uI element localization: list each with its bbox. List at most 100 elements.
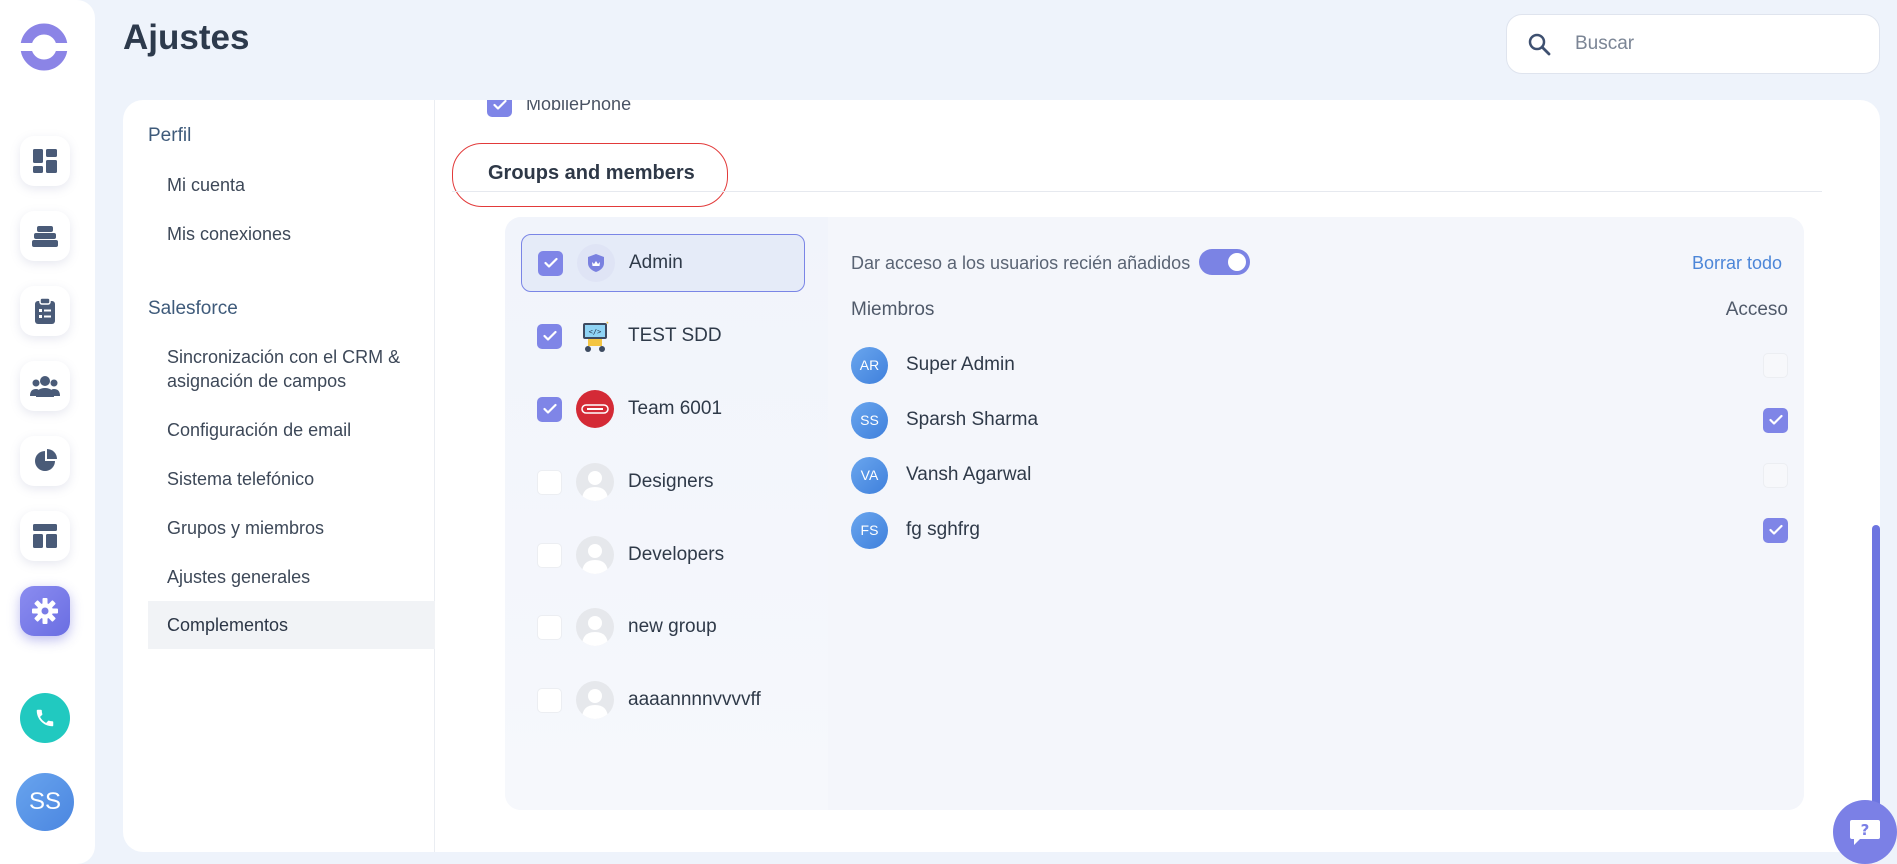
checkbox-group[interactable] (537, 687, 562, 713)
group-name: Designers (628, 471, 714, 492)
member-name: fg sghfrg (906, 519, 980, 540)
mobilephone-field-row[interactable]: MobilePhone (487, 100, 631, 117)
nav-item-my-connections[interactable]: Mis conexiones (167, 222, 427, 246)
person-placeholder-icon (582, 471, 608, 501)
dashboard-icon[interactable] (20, 136, 70, 186)
group-row-new-group[interactable]: new group (521, 598, 805, 656)
member-name: Vansh Agarwal (906, 464, 1032, 485)
group-name: Team 6001 (628, 398, 723, 419)
nav-section-salesforce: Salesforce (148, 298, 238, 319)
member-avatar: AR (851, 346, 888, 384)
checkbox-group[interactable] (538, 250, 563, 276)
group-row-designers[interactable]: Designers (521, 453, 805, 511)
nav-item-crm-sync[interactable]: Sincronización con el CRM & asignación d… (167, 345, 427, 393)
group-name: new group (628, 616, 717, 637)
groups-members-panel: Admin </> TEST SDD Team 6001 Designers D… (505, 217, 1804, 810)
group-row-developers[interactable]: Developers (521, 526, 805, 584)
member-row: VA Vansh Agarwal (851, 455, 1788, 495)
nav-item-groups-members[interactable]: Grupos y miembros (167, 516, 427, 540)
robot-avatar: </> (576, 317, 614, 355)
robot-icon: </> (583, 319, 611, 352)
checkbox-group[interactable] (537, 323, 562, 349)
search-input[interactable] (1575, 33, 1835, 55)
svg-text:?: ? (1861, 821, 1870, 839)
group-row-team-6001[interactable]: Team 6001 (521, 380, 805, 438)
member-name: Super Admin (906, 354, 1015, 375)
person-placeholder-icon (582, 544, 608, 574)
nav-item-general-settings[interactable]: Ajustes generales (167, 565, 427, 589)
check-icon (542, 330, 557, 341)
members-column-header: Miembros (851, 299, 935, 320)
red-logo-avatar (576, 390, 614, 428)
check-icon (1768, 414, 1783, 425)
check-icon (543, 257, 558, 268)
default-avatar (576, 608, 614, 646)
nav-item-my-account[interactable]: Mi cuenta (167, 173, 427, 197)
svg-text:</>: </> (589, 328, 602, 336)
member-avatar: SS (851, 401, 888, 439)
team-icon[interactable] (20, 361, 70, 411)
person-placeholder-icon (582, 689, 608, 719)
default-avatar (576, 463, 614, 501)
checkbox-group[interactable] (537, 614, 562, 640)
settings-nav: Perfil Mi cuenta Mis conexiones Salesfor… (123, 100, 435, 852)
pie-chart-icon[interactable] (20, 436, 70, 486)
member-access-checkbox[interactable] (1763, 517, 1788, 543)
member-name: Sparsh Sharma (906, 409, 1039, 430)
member-access-checkbox[interactable] (1763, 462, 1788, 488)
group-row-admin[interactable]: Admin (521, 234, 805, 292)
content-area: MobilePhone Groups and members Admin </>… (436, 100, 1880, 852)
new-users-access-toggle[interactable] (1199, 249, 1250, 275)
checkbox-mobilephone[interactable] (487, 100, 512, 117)
layers-icon[interactable] (20, 211, 70, 261)
checkbox-group[interactable] (537, 396, 562, 422)
clear-all-button[interactable]: Borrar todo (1692, 253, 1782, 274)
checkbox-group[interactable] (537, 542, 562, 568)
check-icon (1768, 524, 1783, 535)
app-logo-icon[interactable] (19, 22, 69, 72)
group-row-aaaannnnvvvvff[interactable]: aaaannnnvvvvff (521, 671, 805, 729)
user-avatar[interactable]: SS (16, 773, 74, 831)
check-icon (492, 100, 507, 110)
group-name: aaaannnnvvvvff (628, 689, 761, 710)
gear-icon[interactable] (20, 586, 70, 636)
help-chat-icon[interactable]: ? (1833, 800, 1897, 864)
check-icon (542, 403, 557, 414)
nav-item-add-ons[interactable]: Complementos (148, 601, 435, 649)
brand-logo-icon (581, 404, 609, 414)
clipboard-icon[interactable] (20, 286, 70, 336)
mobilephone-label: MobilePhone (526, 100, 632, 114)
group-name: Developers (628, 544, 725, 565)
nav-item-email-config[interactable]: Configuración de email (167, 418, 427, 442)
shield-icon (588, 254, 604, 272)
search-icon (1528, 33, 1551, 56)
person-placeholder-icon (582, 616, 608, 646)
default-avatar (576, 536, 614, 574)
page-title: Ajustes (123, 18, 250, 57)
section-divider (452, 191, 1822, 192)
new-users-access-label: Dar acceso a los usuarios recién añadido… (851, 253, 1191, 273)
layout-icon[interactable] (20, 511, 70, 561)
checkbox-group[interactable] (537, 469, 562, 495)
members-panel: Dar acceso a los usuarios recién añadido… (828, 217, 1804, 810)
nav-section-profile: Perfil (148, 125, 192, 146)
access-column-header: Acceso (1725, 299, 1788, 320)
member-access-checkbox[interactable] (1763, 352, 1788, 378)
groups-list: Admin </> TEST SDD Team 6001 Designers D… (505, 217, 828, 810)
search-box[interactable] (1506, 14, 1880, 74)
section-title: Groups and members (488, 162, 695, 184)
member-avatar: FS (851, 511, 888, 549)
member-row: SS Sparsh Sharma (851, 400, 1788, 440)
member-row: FS fg sghfrg (851, 510, 1788, 550)
shield-avatar (577, 244, 615, 282)
group-row-test-sdd[interactable]: </> TEST SDD (521, 307, 805, 365)
settings-card: Perfil Mi cuenta Mis conexiones Salesfor… (123, 100, 1880, 852)
left-rail: SS (0, 0, 95, 864)
scrollbar-thumb[interactable] (1872, 525, 1880, 821)
member-access-checkbox[interactable] (1763, 407, 1788, 433)
nav-item-phone-system[interactable]: Sistema telefónico (167, 467, 427, 491)
phone-icon[interactable] (20, 693, 70, 743)
member-row: AR Super Admin (851, 345, 1788, 385)
member-avatar: VA (851, 456, 888, 494)
default-avatar (576, 681, 614, 719)
